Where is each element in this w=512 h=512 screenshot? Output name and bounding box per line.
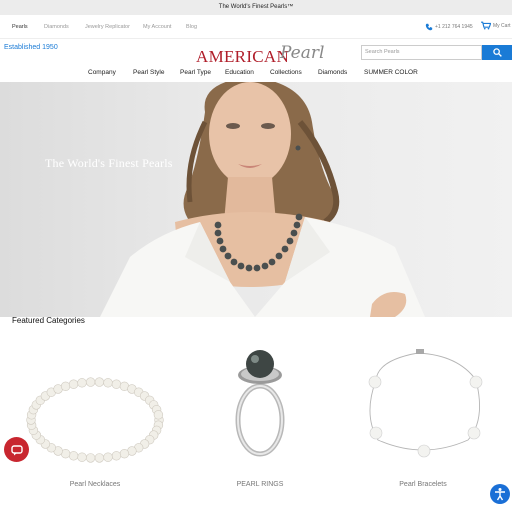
accessibility-icon <box>495 488 505 501</box>
logo-wordmark: AMERICAN <box>196 47 290 66</box>
search-icon <box>492 48 502 57</box>
search-button[interactable] <box>482 45 512 60</box>
hero-headline: The World's Finest Pearls <box>45 156 173 170</box>
main-nav: Company Pearl Style Pearl Type Education… <box>0 66 512 82</box>
phone-link[interactable]: +1 212 764 1945 <box>425 23 473 31</box>
search-input[interactable]: Search Pearls <box>361 45 482 60</box>
nav-pearl-style[interactable]: Pearl Style <box>133 66 164 82</box>
phone-number: +1 212 764 1945 <box>435 24 473 30</box>
featured-categories-title: Featured Categories <box>12 316 85 325</box>
chat-button[interactable] <box>4 437 29 462</box>
cart-link[interactable]: My Cart <box>481 21 511 30</box>
search-placeholder: Search Pearls <box>365 49 400 55</box>
logo-script: Pearl <box>280 43 325 63</box>
announcement-text: The World's Finest Pearls™ <box>218 4 294 10</box>
category-pearl-necklaces[interactable]: Pearl Necklaces <box>25 481 165 488</box>
announcement-bar: The World's Finest Pearls™ <box>0 0 512 15</box>
category-pearl-bracelets[interactable]: Pearl Bracelets <box>353 481 493 488</box>
cart-label: My Cart <box>493 22 511 29</box>
secondary-nav: Pearls Diamonds Jewelry Replicator My Ac… <box>0 15 512 39</box>
pearl-bracelet-image[interactable] <box>358 345 488 465</box>
established-text: Established 1950 <box>4 44 58 51</box>
chat-icon <box>10 444 23 455</box>
site-logo[interactable]: AMERICAN Pearl <box>196 43 326 66</box>
subnav-jewelry-replicator[interactable]: Jewelry Replicator <box>85 15 130 39</box>
phone-icon <box>425 23 433 31</box>
pearl-necklace-image[interactable] <box>20 365 170 465</box>
nav-summer-color[interactable]: SUMMER COLOR <box>364 66 418 82</box>
cart-icon <box>481 21 491 30</box>
pearl-ring-image[interactable] <box>225 350 295 460</box>
nav-pearl-type[interactable]: Pearl Type <box>180 66 211 82</box>
hero-model-image <box>100 82 425 317</box>
nav-education[interactable]: Education <box>225 66 254 82</box>
category-pearl-rings[interactable]: PEARL RINGS <box>190 481 330 488</box>
nav-diamonds[interactable]: Diamonds <box>318 66 347 82</box>
nav-company[interactable]: Company <box>88 66 116 82</box>
accessibility-button[interactable] <box>490 484 510 504</box>
subnav-diamonds[interactable]: Diamonds <box>44 15 69 39</box>
hero-banner[interactable]: The World's Finest Pearls <box>0 82 512 317</box>
subnav-blog[interactable]: Blog <box>186 15 197 39</box>
subnav-pearls[interactable]: Pearls <box>12 15 28 39</box>
subnav-my-account[interactable]: My Account <box>143 15 171 39</box>
nav-collections[interactable]: Collections <box>270 66 302 82</box>
